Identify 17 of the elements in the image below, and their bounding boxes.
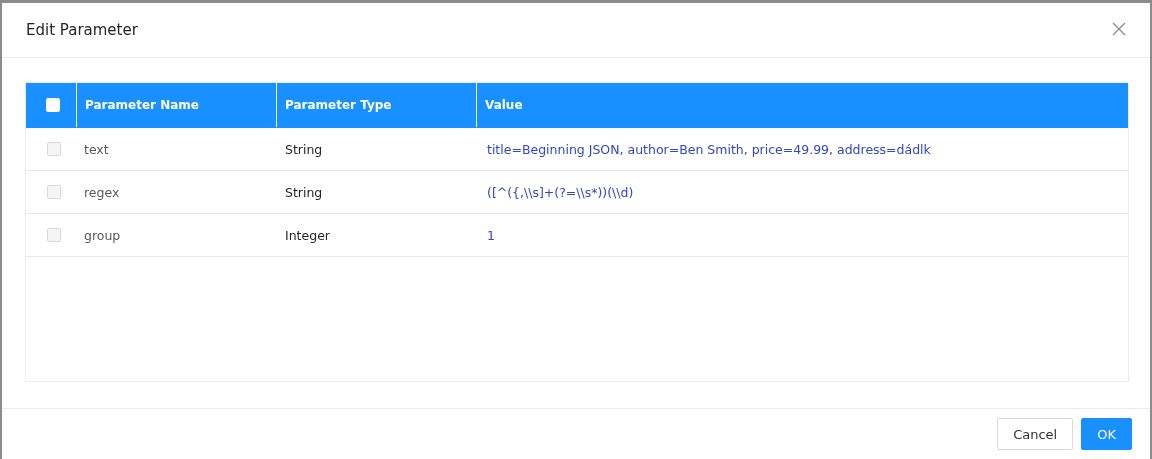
table-cell: 1 bbox=[487, 227, 495, 243]
cancel-button[interactable]: Cancel bbox=[997, 418, 1074, 450]
table-cell: regex bbox=[84, 184, 120, 200]
column-header: Parameter Type bbox=[285, 98, 392, 112]
table-cell: ([^({,\\s]+(?=\\s*))(\\d) bbox=[487, 184, 634, 200]
table-cell: text bbox=[84, 141, 109, 157]
table-cell: title=Beginning JSON, author=Ben Smith, price=49.99, address=dádlk bbox=[487, 141, 931, 157]
close-icon bbox=[1112, 22, 1126, 36]
table-cell: group bbox=[84, 227, 121, 243]
column-header: Parameter Name bbox=[85, 98, 199, 112]
table-cell: String bbox=[285, 184, 323, 200]
close-button[interactable] bbox=[1112, 22, 1128, 38]
dialog-title: Edit Parameter bbox=[26, 21, 138, 39]
select-all-checkbox[interactable] bbox=[46, 98, 60, 112]
column-header: Value bbox=[485, 98, 523, 112]
table-cell: String bbox=[285, 141, 323, 157]
table-cell: Integer bbox=[285, 227, 330, 243]
